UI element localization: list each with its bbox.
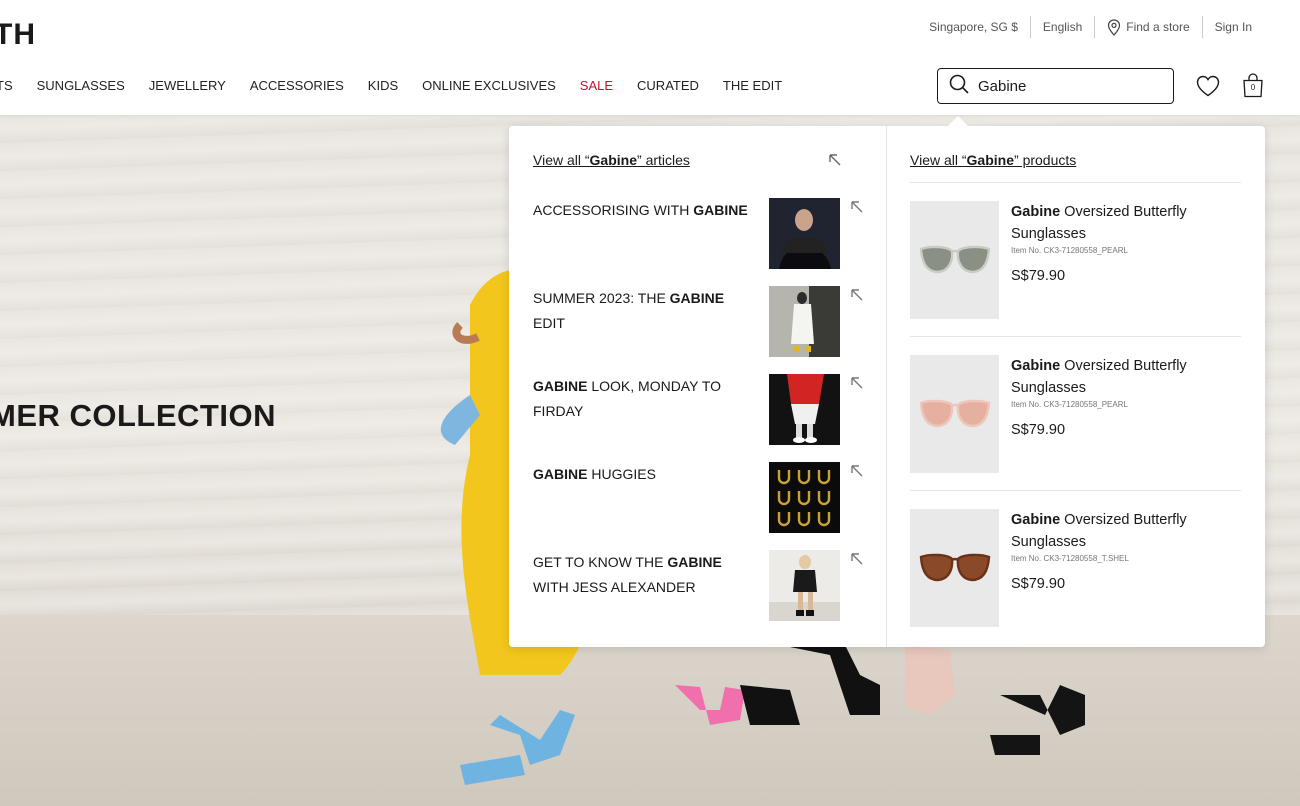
search-icon[interactable] xyxy=(948,73,970,100)
product-price: S$79.90 xyxy=(1011,576,1066,592)
nav-item-curated[interactable]: CURATED xyxy=(637,78,699,93)
article-result[interactable]: GET TO KNOW THE GABINE WITH JESS ALEXAND… xyxy=(533,550,864,638)
article-thumbnail[interactable] xyxy=(769,462,840,533)
products-column: View all “Gabine” products Gabine Oversi… xyxy=(887,126,1265,647)
product-result[interactable]: Gabine Oversized Butterfly Sunglasses Ite… xyxy=(910,183,1241,337)
nav-item-sunglasses[interactable]: SUNGLASSES xyxy=(37,78,125,93)
utility-bar: Singapore, SG $ English Find a store Sig… xyxy=(929,16,1264,38)
article-title[interactable]: GABINE LOOK, MONDAY TO FIRDAY xyxy=(533,374,753,462)
article-result[interactable]: GABINE HUGGIES xyxy=(533,462,864,550)
article-list: ACCESSORISING WITH GABINE SUMMER 2023: TH… xyxy=(533,198,864,638)
products-header: View all “Gabine” products xyxy=(910,152,1241,183)
nav-item-partial[interactable]: TS xyxy=(0,78,13,93)
product-sku: Item No. CK3-71280558_PEARL xyxy=(1011,400,1128,409)
main-nav: TS SUNGLASSES JEWELLERY ACCESSORIES KIDS… xyxy=(0,78,806,93)
article-result[interactable]: ACCESSORISING WITH GABINE xyxy=(533,198,864,286)
site-header: TH Singapore, SG $ English Find a store … xyxy=(0,0,1300,115)
article-result[interactable]: GABINE LOOK, MONDAY TO FIRDAY xyxy=(533,374,864,462)
article-result[interactable]: SUMMER 2023: THE GABINE EDIT xyxy=(533,286,864,374)
open-article-arrow-icon[interactable] xyxy=(850,288,864,307)
product-name[interactable]: Gabine Oversized Butterfly Sunglasses xyxy=(1011,201,1211,245)
articles-column: View all “Gabine” articles ACCESSORISING… xyxy=(509,126,887,647)
bag-count: 0 xyxy=(1250,83,1256,92)
open-article-arrow-icon[interactable] xyxy=(850,200,864,219)
view-all-articles-link[interactable]: View all “Gabine” articles xyxy=(533,152,690,168)
brand-logo[interactable]: TH xyxy=(0,18,36,52)
product-list: Gabine Oversized Butterfly Sunglasses Ite… xyxy=(910,183,1241,644)
article-thumbnail[interactable] xyxy=(769,374,840,445)
product-name[interactable]: Gabine Oversized Butterfly Sunglasses xyxy=(1011,355,1211,399)
open-article-arrow-icon[interactable] xyxy=(850,464,864,483)
product-image[interactable] xyxy=(910,509,999,627)
find-store-label: Find a store xyxy=(1126,20,1190,34)
product-price: S$79.90 xyxy=(1011,422,1066,438)
location-pin-icon xyxy=(1107,18,1121,36)
search-input[interactable] xyxy=(978,77,1158,95)
article-thumbnail[interactable] xyxy=(769,198,840,269)
article-thumbnail[interactable] xyxy=(769,550,840,621)
nav-item-the-edit[interactable]: THE EDIT xyxy=(723,78,782,93)
open-article-arrow-icon[interactable] xyxy=(850,552,864,571)
nav-item-online-exclusives[interactable]: ONLINE EXCLUSIVES xyxy=(422,78,556,93)
product-price: S$79.90 xyxy=(1011,268,1066,284)
search-suggestions-dropdown: View all “Gabine” articles ACCESSORISING… xyxy=(509,126,1265,647)
article-title[interactable]: GABINE HUGGIES xyxy=(533,462,753,550)
product-info: Gabine Oversized Butterfly Sunglasses Ite… xyxy=(1011,201,1211,319)
open-article-arrow-icon[interactable] xyxy=(850,376,864,395)
article-title[interactable]: SUMMER 2023: THE GABINE EDIT xyxy=(533,286,753,374)
shopping-bag-icon[interactable]: 0 xyxy=(1241,73,1265,103)
article-title[interactable]: GET TO KNOW THE GABINE WITH JESS ALEXAND… xyxy=(533,550,753,638)
hero-title: MER COLLECTION xyxy=(0,398,276,433)
product-result[interactable]: Gabine Oversized Butterfly Sunglasses Ite… xyxy=(910,337,1241,491)
dropdown-pointer xyxy=(948,116,968,126)
product-info: Gabine Oversized Butterfly Sunglasses Ite… xyxy=(1011,355,1211,473)
nav-item-sale[interactable]: SALE xyxy=(580,78,613,93)
product-result[interactable]: Gabine Oversized Butterfly Sunglasses Ite… xyxy=(910,491,1241,644)
search-box[interactable] xyxy=(937,68,1174,104)
product-sku: Item No. CK3-71280558_PEARL xyxy=(1011,246,1128,255)
article-title[interactable]: ACCESSORISING WITH GABINE xyxy=(533,198,753,286)
nav-item-jewellery[interactable]: JEWELLERY xyxy=(149,78,226,93)
view-all-products-link[interactable]: View all “Gabine” products xyxy=(910,152,1076,168)
product-image[interactable] xyxy=(910,201,999,319)
wishlist-heart-icon[interactable] xyxy=(1196,75,1220,102)
nav-item-kids[interactable]: KIDS xyxy=(368,78,398,93)
sign-in-link[interactable]: Sign In xyxy=(1201,16,1264,38)
nav-item-accessories[interactable]: ACCESSORIES xyxy=(250,78,344,93)
product-info: Gabine Oversized Butterfly Sunglasses Ite… xyxy=(1011,509,1211,627)
find-store-link[interactable]: Find a store xyxy=(1094,16,1201,38)
product-image[interactable] xyxy=(910,355,999,473)
product-name[interactable]: Gabine Oversized Butterfly Sunglasses xyxy=(1011,509,1211,553)
region-selector[interactable]: Singapore, SG $ xyxy=(929,16,1030,38)
product-sku: Item No. CK3-71280558_T.SHEL xyxy=(1011,554,1129,563)
language-selector[interactable]: English xyxy=(1029,16,1094,38)
open-search-arrow-icon[interactable] xyxy=(828,153,842,167)
article-thumbnail[interactable] xyxy=(769,286,840,357)
